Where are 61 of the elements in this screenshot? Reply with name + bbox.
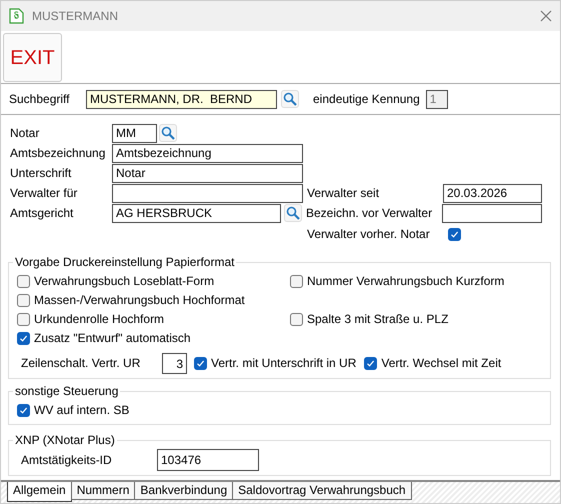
checkbox-label: Nummer Verwahrungsbuch Kurzform [307, 274, 504, 289]
search-button[interactable] [159, 124, 177, 142]
field-label: Amtsgericht [10, 206, 74, 220]
checkbox-label: Zusatz "Entwurf" automatisch [34, 331, 191, 346]
search-field[interactable]: MUSTERMANN, DR. BERND [86, 90, 277, 108]
checkmark-icon [19, 334, 28, 343]
checkbox-label: Spalte 3 mit Straße u. PLZ [307, 312, 448, 327]
id-field[interactable]: 103476 [157, 449, 259, 471]
field-label: Amtstätigkeits-ID [21, 452, 113, 468]
tab[interactable]: Allgemein [7, 482, 72, 502]
group-title: XNP (XNotar Plus) [13, 433, 117, 448]
input-field[interactable] [112, 184, 303, 202]
checkmark-icon [366, 358, 376, 368]
field-label: Bezeichn. vor Verwalter [306, 206, 434, 220]
input-field[interactable] [442, 204, 542, 222]
checkbox-label: Urkundenrolle Hochform [34, 312, 164, 327]
field-label: Verwalter für [10, 186, 78, 200]
field-label: Amtsbezeichnung [10, 146, 106, 160]
search-button[interactable] [284, 204, 302, 222]
group-title: sonstige Steuerung [13, 384, 120, 398]
checkbox[interactable] [364, 356, 378, 370]
checkbox[interactable] [290, 312, 303, 326]
input-field[interactable]: AG HERSBRUCK [112, 204, 281, 222]
tab[interactable]: Saldovortrag Verwahrungsbuch [232, 482, 412, 500]
tab[interactable]: Nummern [70, 482, 136, 500]
search-button[interactable] [281, 90, 299, 108]
checkbox[interactable] [17, 274, 30, 288]
checkbox[interactable] [17, 332, 30, 345]
window-title: MUSTERMANN [32, 8, 118, 24]
checkbox[interactable] [17, 294, 30, 307]
checkbox[interactable] [290, 274, 303, 288]
group-title: Vorgabe Druckereinstellung Papierformat [13, 255, 236, 270]
checkbox[interactable] [194, 356, 207, 370]
input-field[interactable]: Notar [112, 164, 303, 182]
input-field[interactable]: Amtsbezeichnung [112, 144, 303, 162]
checkbox[interactable] [448, 228, 461, 240]
checkmark-icon [196, 358, 205, 368]
checkbox[interactable] [17, 312, 30, 326]
id-field[interactable]: 1 [426, 90, 448, 108]
search-label: Suchbegriff [9, 92, 70, 106]
checkbox[interactable] [17, 404, 30, 417]
input-field[interactable]: 20.03.2026 [443, 184, 542, 202]
checkbox-label: Vertr. Wechsel mit Zeit [381, 356, 502, 371]
field-label: Verwalter seit [307, 186, 380, 200]
close-icon[interactable] [540, 10, 552, 22]
checkmark-icon [450, 230, 459, 238]
tab[interactable]: Bankverbindung [134, 482, 234, 500]
field-label: Notar [10, 126, 40, 140]
checkbox-label: Massen-/Verwahrungsbuch Hochformat [34, 293, 245, 308]
line-spacing-field[interactable]: 3 [162, 353, 187, 374]
checkbox-label: Verwahrungsbuch Loseblatt-Form [34, 274, 214, 289]
app-icon [9, 8, 24, 24]
field-label: Zeilenschalt. Vertr. UR [21, 356, 142, 371]
field-label: Verwalter vorher. Notar [307, 226, 431, 242]
exit-button[interactable]: EXIT [3, 33, 62, 82]
initials-field[interactable]: MM [112, 124, 157, 142]
checkmark-icon [19, 406, 28, 415]
id-label: eindeutige Kennung [313, 92, 420, 106]
checkbox-label: Vertr. mit Unterschrift in UR [211, 356, 356, 371]
field-label: Unterschrift [10, 166, 72, 180]
checkbox-label: WV auf intern. SB [34, 403, 130, 418]
